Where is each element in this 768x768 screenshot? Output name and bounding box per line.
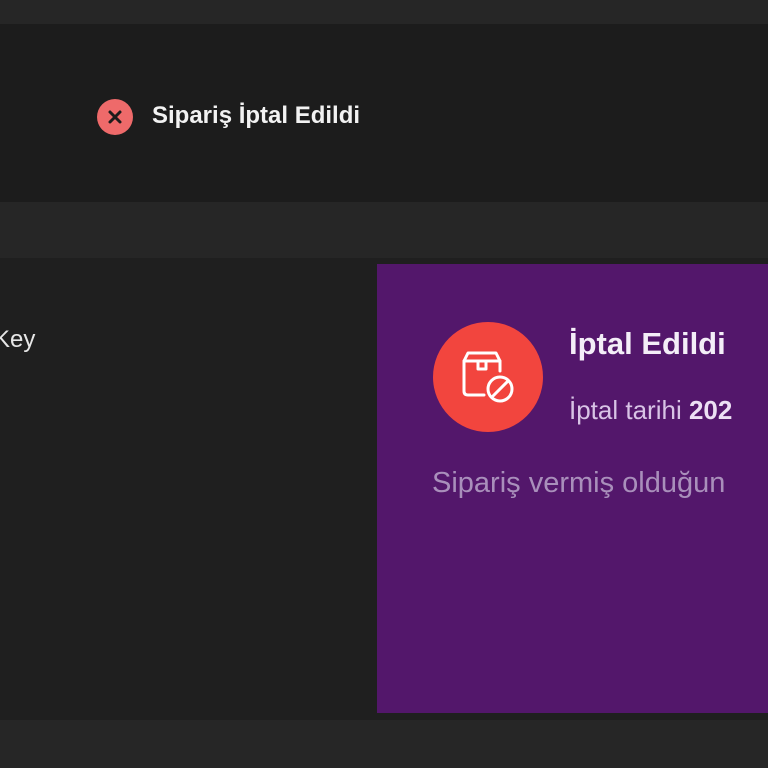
package-cancel-icon — [433, 322, 543, 432]
order-status-page: Sipariş İptal Edildi Key İptal Edildi İp… — [0, 0, 768, 768]
left-panel-label: Key — [0, 326, 36, 353]
card-title: İptal Edildi — [569, 326, 726, 361]
top-strip — [0, 0, 768, 24]
cancellation-date: İptal tarihi 202 — [569, 392, 732, 428]
close-icon — [97, 99, 133, 135]
bottom-strip — [0, 720, 768, 768]
page-title: Sipariş İptal Edildi — [152, 102, 361, 129]
card-message: Sipariş vermiş olduğun — [432, 467, 726, 499]
date-value: 202 — [688, 395, 733, 425]
date-label: İptal tarihi — [569, 395, 682, 425]
cancellation-status-card: İptal Edildi İptal tarihi 202 Sipariş ve… — [377, 264, 768, 713]
separator-band — [0, 202, 768, 258]
